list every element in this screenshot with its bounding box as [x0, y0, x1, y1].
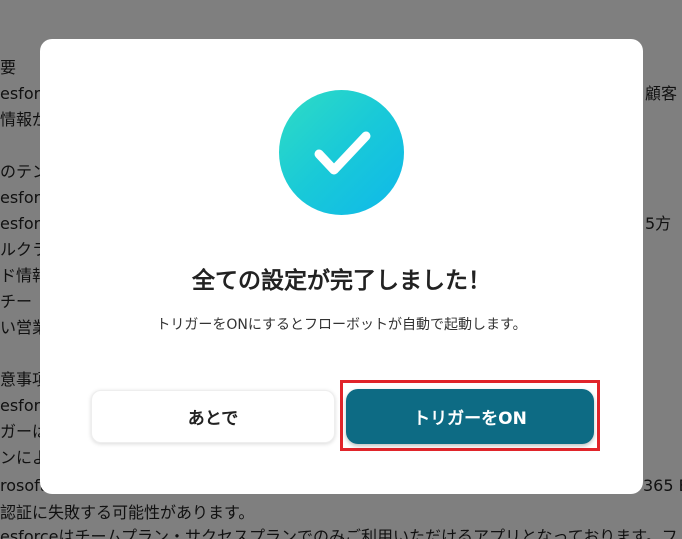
checkmark-icon — [314, 131, 371, 175]
trigger-on-button[interactable]: トリガーをON — [346, 389, 594, 444]
later-button[interactable]: あとで — [91, 390, 335, 443]
dialog-title: 全ての設定が完了しました！ — [192, 268, 491, 294]
completion-dialog: 全ての設定が完了しました！ トリガーをONにするとフローボットが自動で起動します… — [40, 39, 643, 494]
success-badge — [279, 90, 404, 215]
dialog-description: トリガーをONにするとフローボットが自動で起動します。 — [156, 317, 527, 333]
